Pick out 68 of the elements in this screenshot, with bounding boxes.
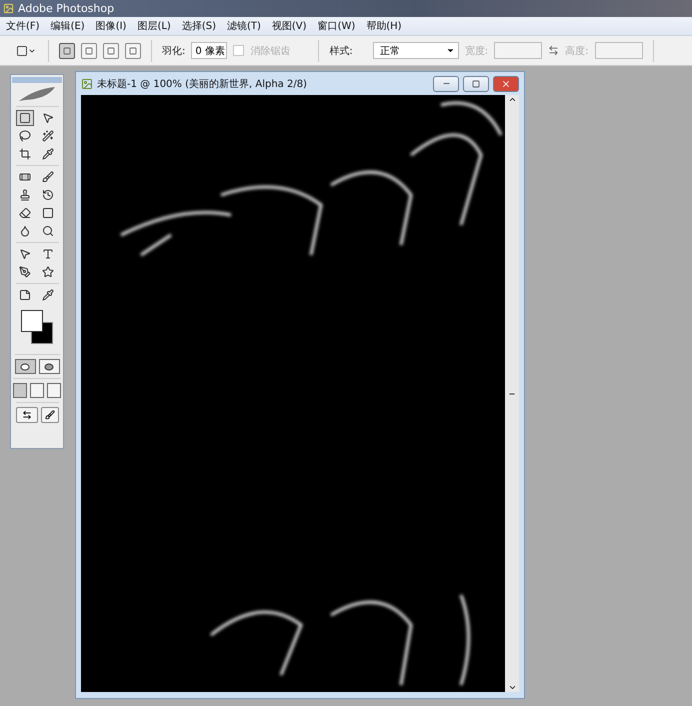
feather-icon bbox=[17, 85, 57, 103]
document-icon bbox=[81, 78, 93, 90]
minimize-button[interactable] bbox=[433, 76, 459, 92]
height-field[interactable] bbox=[594, 42, 642, 59]
caret-icon bbox=[446, 46, 455, 55]
app-icon bbox=[3, 3, 14, 14]
ellipse-icon bbox=[20, 362, 30, 370]
star-shape-icon bbox=[42, 266, 54, 278]
swap-icon[interactable] bbox=[548, 45, 560, 56]
crop-icon bbox=[18, 148, 30, 160]
menu-item[interactable]: 编辑(E) bbox=[50, 19, 85, 33]
style-label: 样式: bbox=[329, 44, 353, 58]
eyedropper-icon bbox=[42, 289, 54, 301]
square-icon bbox=[107, 46, 115, 54]
eraser-icon bbox=[18, 207, 30, 219]
style-dropdown[interactable]: 正常 bbox=[372, 42, 459, 59]
screen-mode-button[interactable] bbox=[47, 383, 61, 398]
antialias-label: 消除锯齿 bbox=[250, 44, 290, 58]
tool-button[interactable] bbox=[16, 110, 34, 126]
maximize-button[interactable] bbox=[463, 76, 489, 92]
pointer-icon bbox=[18, 248, 30, 260]
note-icon bbox=[18, 289, 30, 301]
lasso-icon bbox=[18, 130, 30, 142]
jump-button[interactable] bbox=[16, 407, 38, 423]
square-icon bbox=[129, 46, 137, 54]
selection-mode-button[interactable] bbox=[103, 42, 119, 58]
move-icon bbox=[42, 112, 54, 124]
menu-item[interactable]: 帮助(H) bbox=[366, 19, 402, 33]
brush-icon bbox=[42, 171, 54, 183]
close-icon bbox=[501, 78, 511, 88]
selection-mode-button[interactable] bbox=[81, 42, 97, 58]
document-title: 未标题-1 @ 100% (美丽的新世界, Alpha 2/8) bbox=[97, 78, 308, 90]
width-label: 宽度: bbox=[464, 44, 488, 58]
menu-item[interactable]: 选择(S) bbox=[182, 19, 216, 33]
bandage-icon bbox=[18, 171, 30, 183]
mask-mode-button[interactable] bbox=[14, 359, 36, 374]
menu-item[interactable]: 视图(V) bbox=[272, 19, 307, 33]
square-icon bbox=[63, 46, 71, 54]
stamp-icon bbox=[18, 189, 30, 201]
menu-item[interactable]: 图层(L) bbox=[137, 19, 171, 33]
height-label: 高度: bbox=[565, 44, 588, 58]
feather-label: 羽化: bbox=[162, 44, 186, 58]
menu-item[interactable]: 文件(F) bbox=[6, 19, 40, 33]
selection-mode-button[interactable] bbox=[125, 42, 141, 58]
menu-item[interactable]: 图像(I) bbox=[96, 19, 126, 33]
menu-item[interactable]: 滤镜(T) bbox=[226, 19, 261, 33]
scroll-up-icon[interactable] bbox=[508, 95, 516, 104]
screen-mode-button[interactable] bbox=[13, 383, 27, 398]
square-icon bbox=[85, 46, 93, 54]
pen-icon bbox=[18, 266, 30, 278]
menu-item[interactable]: 窗口(W) bbox=[318, 19, 356, 33]
type-icon bbox=[42, 248, 54, 260]
maximize-icon bbox=[472, 80, 480, 88]
wand-icon bbox=[42, 130, 54, 142]
selection-mode-button[interactable] bbox=[59, 42, 75, 58]
droplet-icon bbox=[18, 225, 30, 237]
mask-mode-button[interactable] bbox=[38, 359, 60, 374]
brush-icon bbox=[44, 410, 54, 420]
marquee-icon bbox=[16, 44, 28, 56]
scroll-down-icon[interactable] bbox=[508, 683, 516, 692]
ellipse-icon bbox=[44, 362, 54, 370]
app-title: Adobe Photoshop bbox=[18, 2, 114, 15]
feather-field[interactable]: 0 像素 bbox=[191, 42, 228, 59]
screen-mode-button[interactable] bbox=[30, 383, 44, 398]
marquee-icon bbox=[18, 112, 30, 124]
vertical-scrollbar[interactable] bbox=[505, 95, 519, 692]
history-brush-icon bbox=[42, 189, 54, 201]
arrows-icon bbox=[22, 410, 32, 420]
